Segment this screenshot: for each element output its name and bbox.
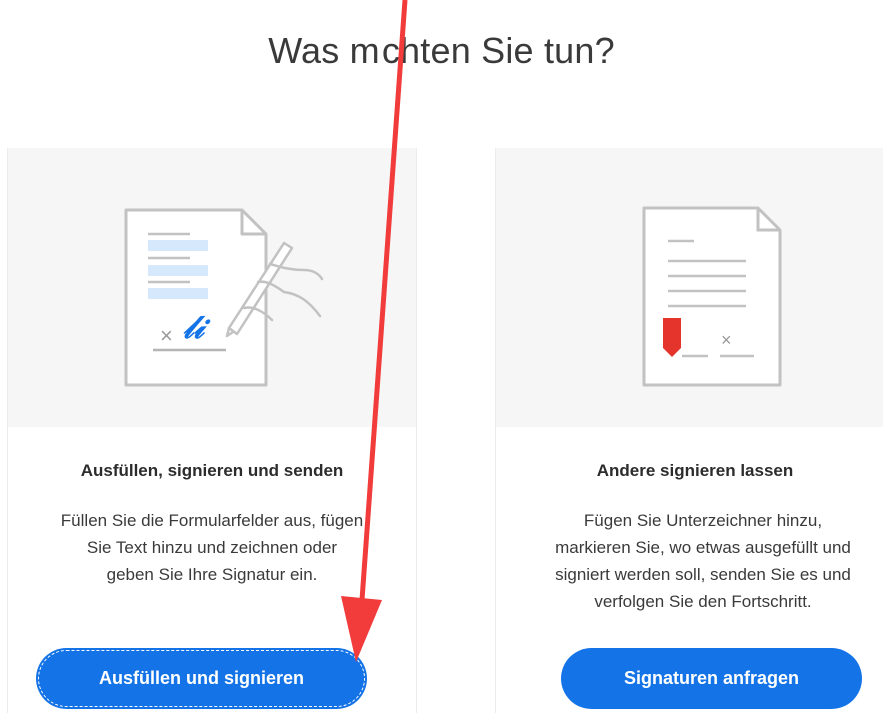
desc-line: Fügen Sie Unterzeichner hinzu,: [583, 511, 823, 530]
card-request-description: Fügen Sie Unterzeichner hinzu, markieren…: [492, 507, 883, 615]
page-title-part2: chten Sie tun?: [381, 30, 615, 71]
card-fill-sign-title: Ausfüllen, signieren und senden: [80, 461, 344, 480]
card-fill-sign-illustration: × 𝓁𝒾: [8, 148, 416, 427]
desc-line: Sie Text hinzu und zeichnen oder: [86, 538, 338, 557]
desc-line: signiert werden soll, senden Sie es und: [555, 565, 851, 584]
desc-line: verfolgen Sie den Fortschritt.: [594, 592, 812, 611]
desc-line: Füllen Sie die Formularfelder aus, fügen: [60, 511, 364, 530]
sign-mark-x: ×: [160, 323, 173, 348]
card-request-signatures[interactable]: × Andere signieren lassen Fügen Sie Unte…: [495, 148, 883, 713]
document-sign-icon: [124, 208, 324, 387]
card-request-title: Andere signieren lassen: [596, 461, 794, 480]
sign-mark-x: ×: [721, 330, 732, 350]
what-do-you-want-page: Was mchten Sie tun? × 𝓁𝒾 Ausfüllen, sign…: [0, 0, 883, 713]
document-request-icon: [642, 206, 782, 387]
fill-and-sign-button[interactable]: Ausfüllen und signieren: [36, 648, 367, 709]
card-request-illustration: ×: [496, 148, 883, 427]
request-signatures-button[interactable]: Signaturen anfragen: [561, 648, 862, 709]
page-title-part1: Was m: [268, 30, 380, 71]
card-fill-sign-description: Füllen Sie die Formularfelder aus, fügen…: [8, 507, 416, 588]
desc-line: markieren Sie, wo etwas ausgefüllt und: [555, 538, 851, 557]
page-title: Was mchten Sie tun?: [0, 30, 883, 72]
card-fill-sign[interactable]: × 𝓁𝒾 Ausfüllen, signieren und senden Fül…: [7, 148, 417, 713]
signature-scribble: 𝓁𝒾: [183, 308, 204, 346]
desc-line: geben Sie Ihre Signatur ein.: [106, 565, 318, 584]
